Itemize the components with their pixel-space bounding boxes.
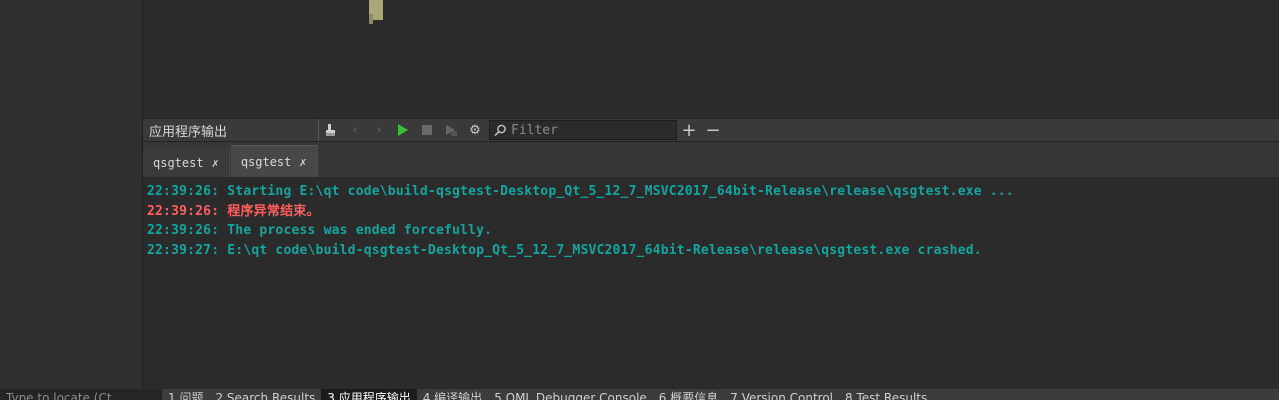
previous-item-icon[interactable]: ‹ xyxy=(343,119,367,141)
pane-button-qml-console[interactable]: 5 QML Debugger Console xyxy=(488,389,653,400)
pane-button-version-control[interactable]: 7 Version Control xyxy=(724,389,839,400)
pane-button-compile-output[interactable]: 4 编译输出 xyxy=(417,389,488,400)
locator-input[interactable]: Type to locate (Ct xyxy=(0,389,162,400)
attach-debugger-icon[interactable] xyxy=(439,119,463,141)
tab-label: qsgtest xyxy=(153,156,204,170)
application-output-text[interactable]: 22:39:26: Starting E:\qt code\build-qsgt… xyxy=(143,178,1279,389)
tab-label: qsgtest xyxy=(240,154,292,169)
editor-area[interactable] xyxy=(143,0,1279,118)
output-line-error: 22:39:26: 程序异常结束。 xyxy=(147,203,320,219)
filter-input[interactable] xyxy=(507,122,671,138)
pane-button-issues[interactable]: 1 问题 xyxy=(162,389,209,400)
output-line: 22:39:26: The process was ended forceful… xyxy=(147,223,493,238)
zoom-out-button[interactable]: − xyxy=(701,119,725,141)
tab-qsgtest-1[interactable]: qsgtest ✗ xyxy=(143,149,230,177)
close-tab-icon[interactable]: ✗ xyxy=(299,155,306,169)
next-item-icon[interactable]: › xyxy=(367,119,391,141)
tab-qsgtest-2[interactable]: qsgtest ✗ xyxy=(230,145,318,177)
settings-gear-icon[interactable]: ⚙ xyxy=(463,119,487,141)
output-tabs: qsgtest ✗ qsgtest ✗ xyxy=(143,142,1279,178)
pane-button-search-results[interactable]: 2 Search Results xyxy=(209,389,321,400)
left-mode-bar xyxy=(0,0,143,389)
stop-icon[interactable] xyxy=(415,119,439,141)
output-pane-statusbar: Type to locate (Ct 1 问题 2 Search Results… xyxy=(0,389,1279,400)
close-tab-icon[interactable]: ✗ xyxy=(212,156,219,170)
rerun-play-icon[interactable] xyxy=(391,119,415,141)
output-pane-toolbar: 应用程序输出 ‹ › ⚙ + − xyxy=(143,118,1279,142)
output-line: 22:39:27: E:\qt code\build-qsgtest-Deskt… xyxy=(147,242,982,258)
zoom-in-button[interactable]: + xyxy=(677,119,701,141)
pane-title: 应用程序输出 xyxy=(143,119,319,141)
pane-button-general-messages[interactable]: 6 概要信息 xyxy=(653,389,724,400)
pane-button-application-output[interactable]: 3 应用程序输出 xyxy=(321,389,417,400)
search-icon xyxy=(494,124,506,136)
output-line: 22:39:26: Starting E:\qt code\build-qsgt… xyxy=(147,184,1014,199)
clear-output-icon[interactable] xyxy=(319,119,343,141)
text-cursor-marker xyxy=(369,0,383,24)
filter-box[interactable] xyxy=(489,120,677,140)
pane-button-test-results[interactable]: 8 Test Results xyxy=(839,389,933,400)
